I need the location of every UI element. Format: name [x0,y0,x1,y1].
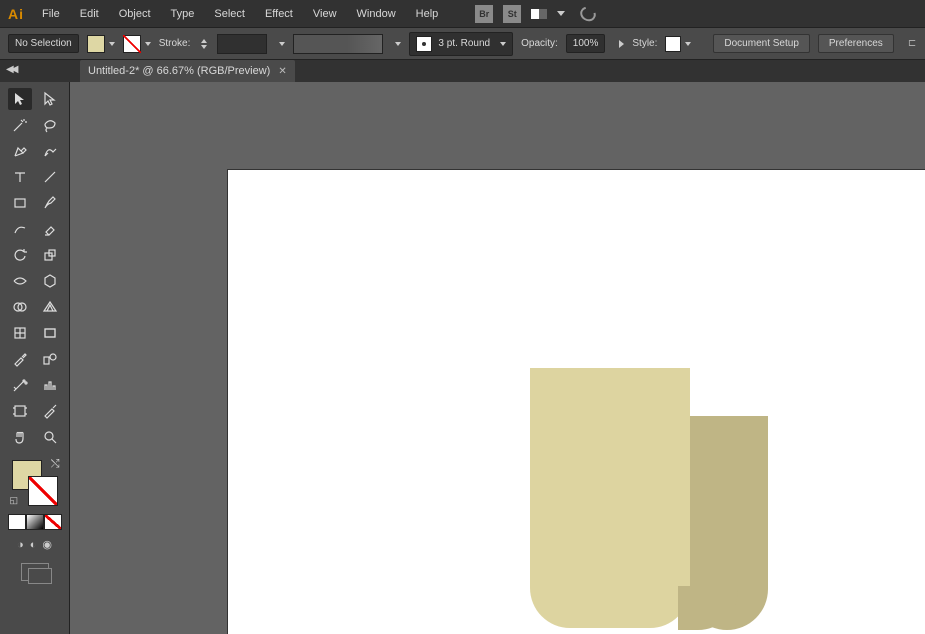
magic-wand-tool[interactable] [8,114,32,136]
default-fill-stroke-icon[interactable]: ◱ [10,495,19,506]
symbol-sprayer-tool[interactable] [8,374,32,396]
menu-object[interactable]: Object [111,4,159,24]
menu-help[interactable]: Help [408,4,447,24]
control-bar: No Selection Stroke: 3 pt. Round Opacity… [0,28,925,60]
stroke-weight-stepper[interactable] [201,39,209,49]
document-setup-button[interactable]: Document Setup [713,34,810,53]
bridge-icon[interactable]: Br [475,5,493,23]
selection-state-label: No Selection [8,34,79,53]
fill-swatch[interactable] [87,35,105,53]
gradient-tool[interactable] [38,322,62,344]
opacity-label: Opacity: [521,38,558,49]
opacity-popup-icon[interactable] [619,40,624,48]
perspective-tool[interactable] [38,296,62,318]
fill-control[interactable] [87,35,115,53]
app-logo: Ai [6,6,30,22]
curvature-tool[interactable] [38,140,62,162]
eraser-tool[interactable] [38,218,62,240]
hand-tool[interactable] [8,426,32,448]
swap-fill-stroke-icon[interactable]: ⤭ [51,458,60,471]
zoom-tool[interactable] [38,426,62,448]
variable-width-dropdown[interactable] [395,42,401,46]
draw-behind-icon[interactable]: ◐ [30,539,37,551]
opacity-field[interactable]: 100% [566,34,606,53]
menu-effect[interactable]: Effect [257,4,301,24]
lasso-tool[interactable] [38,114,62,136]
rectangle-tool[interactable] [8,192,32,214]
variable-width-profile[interactable] [293,34,383,54]
color-mode-none[interactable] [44,514,62,530]
menu-bar: Ai File Edit Object Type Select Effect V… [0,0,925,28]
brush-dot-icon [416,36,432,52]
align-icon[interactable]: ⊏ [908,38,916,49]
menu-edit[interactable]: Edit [72,4,107,24]
arrange-docs-icon[interactable] [531,9,547,19]
selection-tool[interactable] [8,88,32,110]
rotate-tool[interactable] [8,244,32,266]
fill-stroke-control[interactable]: ⤭ ◱ [10,458,60,506]
brush-label: 3 pt. Round [438,38,490,49]
shaper-tool[interactable] [8,218,32,240]
width-tool[interactable] [8,270,32,292]
menu-view[interactable]: View [305,4,345,24]
menu-select[interactable]: Select [206,4,253,24]
document-tab-bar: Untitled-2* @ 66.67% (RGB/Preview) ✕ [0,60,925,82]
direct-selection-tool[interactable] [38,88,62,110]
preferences-button[interactable]: Preferences [818,34,894,53]
eyedropper-tool[interactable] [8,348,32,370]
stroke-control[interactable] [123,35,151,53]
canvas-area[interactable] [70,82,925,634]
style-label: Style: [632,38,657,49]
draw-inside-icon[interactable]: ◉ [42,538,52,551]
type-tool[interactable] [8,166,32,188]
style-swatch [665,36,681,52]
pen-tool[interactable] [8,140,32,162]
arrange-docs-dropdown[interactable] [557,11,565,16]
slice-tool[interactable] [38,400,62,422]
blend-tool[interactable] [38,348,62,370]
column-graph-tool[interactable] [38,374,62,396]
shape-builder-tool[interactable] [8,296,32,318]
stroke-label: Stroke: [159,38,191,49]
free-transform-tool[interactable] [38,270,62,292]
color-mode-row [8,514,62,530]
draw-normal-icon[interactable]: ◑ [17,539,24,551]
main-area: ⤭ ◱ ◑ ◐ ◉ [0,82,925,634]
menu-type[interactable]: Type [163,4,203,24]
menu-window[interactable]: Window [349,4,404,24]
gpu-perf-icon[interactable] [578,3,599,23]
screen-mode-icon[interactable] [21,563,49,581]
paper-front-shape[interactable] [530,368,690,628]
artboard[interactable] [228,170,925,634]
scale-tool[interactable] [38,244,62,266]
brush-tool[interactable] [38,192,62,214]
stroke-big-swatch[interactable] [28,476,58,506]
stroke-weight-field[interactable] [217,34,267,54]
document-tab[interactable]: Untitled-2* @ 66.67% (RGB/Preview) ✕ [80,60,295,82]
document-tab-title: Untitled-2* @ 66.67% (RGB/Preview) [88,65,270,77]
brush-def-control[interactable]: 3 pt. Round [409,32,513,56]
toolbox: ⤭ ◱ ◑ ◐ ◉ [0,82,70,634]
menu-file[interactable]: File [34,4,68,24]
stroke-swatch[interactable] [123,35,141,53]
stroke-weight-dropdown[interactable] [279,42,285,46]
line-tool[interactable] [38,166,62,188]
collapse-panels-icon[interactable]: ◀◀ [6,64,15,75]
color-mode-gradient[interactable] [26,514,44,530]
color-mode-solid[interactable] [8,514,26,530]
mesh-tool[interactable] [8,322,32,344]
draw-mode-row: ◑ ◐ ◉ [17,538,52,551]
artboard-tool[interactable] [8,400,32,422]
stock-icon[interactable]: St [503,5,521,23]
style-control[interactable] [665,36,691,52]
close-tab-icon[interactable]: ✕ [278,66,286,77]
